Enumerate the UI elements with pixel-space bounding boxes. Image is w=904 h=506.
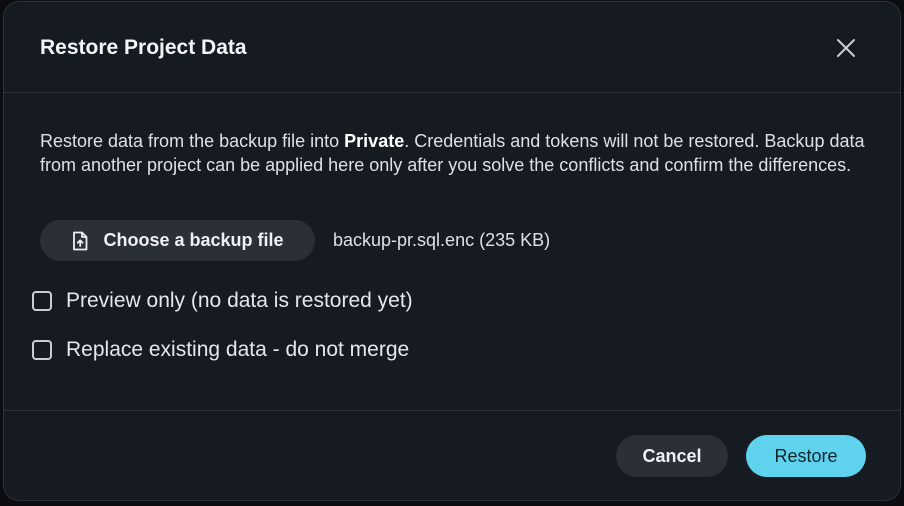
choose-file-label: Choose a backup file <box>103 230 284 250</box>
preview-only-checkbox[interactable] <box>32 291 52 311</box>
dialog-header: Restore Project Data <box>4 2 900 93</box>
replace-data-option[interactable]: Replace existing data - do not merge <box>32 338 409 362</box>
restore-button[interactable]: Restore <box>746 435 866 477</box>
replace-data-label: Replace existing data - do not merge <box>66 338 410 361</box>
restore-description: Restore data from the backup file into P… <box>40 129 880 177</box>
description-text-start: Restore data from the backup file into <box>40 131 345 151</box>
file-upload-icon <box>73 231 88 250</box>
restore-dialog: Restore Project Data Restore data from t… <box>3 1 901 501</box>
dialog-footer: Cancel Restore <box>4 411 900 500</box>
replace-data-checkbox[interactable] <box>32 340 52 360</box>
close-button[interactable] <box>830 32 862 64</box>
dialog-body: Restore data from the backup file into P… <box>4 93 900 411</box>
file-picker-row: Choose a backup file backup-pr.sql.enc (… <box>40 220 550 261</box>
close-icon <box>837 39 855 57</box>
preview-only-option[interactable]: Preview only (no data is restored yet) <box>32 289 413 313</box>
project-name: Private <box>344 131 405 151</box>
choose-backup-file-button[interactable]: Choose a backup file <box>40 220 315 261</box>
cancel-button[interactable]: Cancel <box>616 435 728 477</box>
selected-file-name: backup-pr.sql.enc (235 KB) <box>333 230 551 250</box>
dialog-title: Restore Project Data <box>40 36 247 59</box>
preview-only-label: Preview only (no data is restored yet) <box>66 289 413 312</box>
